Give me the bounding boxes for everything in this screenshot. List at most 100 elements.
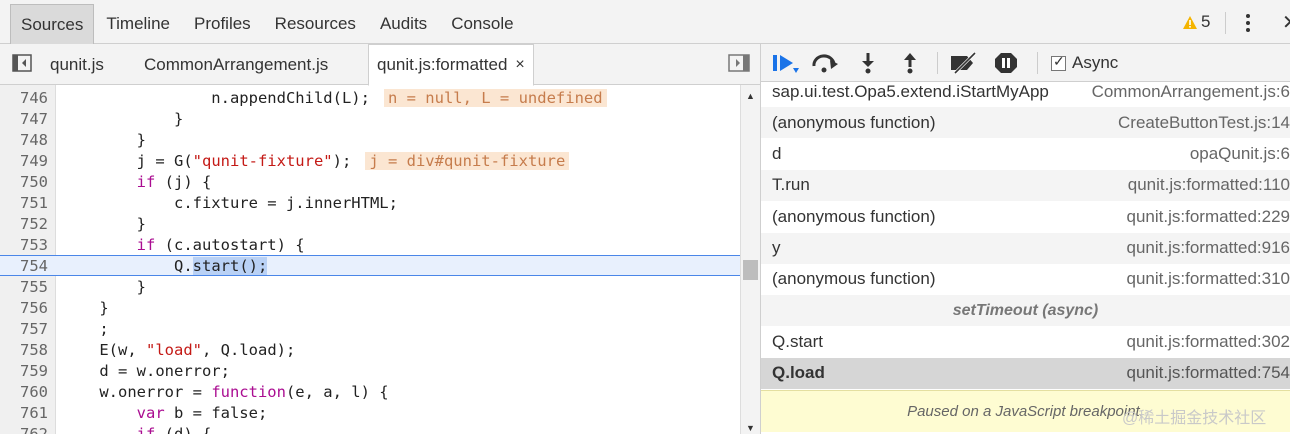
code-line[interactable]: 750 if (j) { <box>0 171 740 192</box>
editor-scrollbar[interactable]: ▲ ▼ <box>740 85 760 434</box>
async-checkbox-box[interactable] <box>1051 53 1066 71</box>
code-text: if (c.autostart) { <box>136 235 305 254</box>
line-number[interactable]: 757 <box>0 320 48 338</box>
call-frame[interactable]: (anonymous function) qunit.js:formatted:2… <box>761 201 1290 232</box>
close-tab-icon[interactable]: × <box>515 56 524 74</box>
call-frame-function: Q.start <box>772 331 824 351</box>
call-frame-location[interactable]: qunit.js:formatted:229 <box>1127 207 1290 227</box>
code-text: } <box>62 277 146 296</box>
line-number[interactable]: 751 <box>0 194 48 212</box>
call-frame-location[interactable]: qunit.js:formatted:302 <box>1127 332 1290 352</box>
call-frame[interactable]: y qunit.js:formatted:916 <box>761 232 1290 264</box>
line-number[interactable]: 754 <box>0 257 48 275</box>
warnings-count: 5 <box>1201 12 1211 31</box>
panel-tab-console[interactable]: Console <box>439 4 525 44</box>
line-number[interactable]: 747 <box>0 110 48 128</box>
call-frame-location[interactable]: qunit.js:formatted:310 <box>1127 269 1290 289</box>
deactivate-breakpoints-icon[interactable] <box>949 52 979 74</box>
code-line[interactable]: 762 if (d) { <box>0 423 740 434</box>
code-line[interactable]: 752 } <box>0 213 740 234</box>
code-text: if (j) { <box>136 172 212 191</box>
step-out-icon[interactable] <box>901 52 919 74</box>
code-line[interactable]: 755 } <box>0 276 740 297</box>
scroll-thumb[interactable] <box>743 260 758 280</box>
pause-on-exceptions-icon[interactable] <box>994 52 1018 74</box>
toggle-navigator-icon[interactable] <box>12 54 32 72</box>
code-text: } <box>62 214 146 233</box>
code-line[interactable]: 747 } <box>0 108 740 129</box>
line-number[interactable]: 760 <box>0 383 48 401</box>
line-number[interactable]: 761 <box>0 404 48 422</box>
panel-tab-sources[interactable]: Sources <box>10 4 95 44</box>
code-text: if (d) { <box>136 424 212 434</box>
panel-tabs: Sources Timeline Profiles Resources Audits Co… <box>0 4 526 44</box>
file-tab-commonarrangement-js[interactable]: CommonArrangement.js <box>144 44 328 85</box>
file-tab-qunit-formatted[interactable]: qunit.js:formatted × <box>368 44 534 86</box>
code-text: } <box>62 298 109 317</box>
code-line[interactable]: 760 w.onerror = function(e, a, l) { <box>0 381 740 402</box>
code-line[interactable]: 749 j = G("qunit-fixture"); j = div#qunit… <box>0 150 740 171</box>
call-frame[interactable]: T.run qunit.js:formatted:110 <box>761 169 1290 201</box>
line-number[interactable]: 759 <box>0 362 48 380</box>
code-line[interactable]: 751 c.fixture = j.innerHTML; <box>0 192 740 213</box>
file-tab-qunit-js[interactable]: qunit.js <box>50 44 104 85</box>
more-options-icon[interactable] <box>1245 13 1251 33</box>
call-frame[interactable]: d opaQunit.js:6 <box>761 139 1290 170</box>
call-frame[interactable]: Q.start qunit.js:formatted:302 <box>761 326 1290 357</box>
call-frame-location[interactable]: qunit.js:formatted:916 <box>1127 238 1290 258</box>
call-frame-location[interactable]: opaQunit.js:6 <box>1190 144 1290 164</box>
async-label: Async <box>1072 53 1119 72</box>
call-frame[interactable]: (anonymous function) CreateButtonTest.js:… <box>761 107 1290 139</box>
step-into-icon[interactable] <box>859 52 877 74</box>
call-frame[interactable]: (anonymous function) qunit.js:formatted:3… <box>761 264 1290 295</box>
line-number[interactable]: 749 <box>0 152 48 170</box>
scroll-up-icon[interactable]: ▲ <box>746 91 755 101</box>
panel-tab-audits[interactable]: Audits <box>368 4 439 44</box>
toggle-debugger-icon[interactable] <box>728 54 750 72</box>
call-frame-location[interactable]: qunit.js:formatted:754 <box>1127 363 1290 383</box>
code-line[interactable]: 761 var b = false; <box>0 402 740 423</box>
code-editor[interactable]: 746 n.appendChild(L); n = null, L = undef… <box>0 85 740 434</box>
close-devtools-icon[interactable]: ✕ <box>1282 10 1290 35</box>
code-line[interactable]: 758 E(w, "load", Q.load); <box>0 339 740 360</box>
line-number[interactable]: 746 <box>0 89 48 107</box>
code-line[interactable]: 757 ; <box>0 318 740 339</box>
code-text: ; <box>62 319 109 338</box>
resume-icon[interactable] <box>771 52 801 74</box>
line-number[interactable]: 762 <box>0 425 48 434</box>
panel-tab-timeline[interactable]: Timeline <box>94 4 182 44</box>
line-number[interactable]: 752 <box>0 215 48 233</box>
call-frame-location[interactable]: qunit.js:formatted:110 <box>1128 175 1290 195</box>
code-text: j = G("qunit-fixture"); j = div#qunit-fix… <box>62 151 570 170</box>
call-frame-location[interactable]: CreateButtonTest.js:14 <box>1118 113 1290 133</box>
code-text: n.appendChild(L); n = null, L = undefined <box>62 88 607 107</box>
toolbar-divider <box>1037 52 1038 74</box>
line-number[interactable]: 755 <box>0 278 48 296</box>
line-number[interactable]: 758 <box>0 341 48 359</box>
panel-tab-profiles[interactable]: Profiles <box>182 4 263 44</box>
scroll-down-icon[interactable]: ▼ <box>746 423 755 433</box>
line-number[interactable]: 750 <box>0 173 48 191</box>
async-checkbox[interactable]: Async <box>1051 53 1118 73</box>
call-frame-location[interactable]: CommonArrangement.js:6 <box>1092 82 1290 102</box>
code-text: var b = false; <box>136 403 268 422</box>
panel-tab-resources[interactable]: Resources <box>263 4 368 44</box>
line-number[interactable]: 753 <box>0 236 48 254</box>
line-number[interactable]: 756 <box>0 299 48 317</box>
file-tab-label: qunit.js:formatted <box>377 55 508 74</box>
code-line[interactable]: 753 if (c.autostart) { <box>0 234 740 255</box>
code-line[interactable]: 759 d = w.onerror; <box>0 360 740 381</box>
warnings-counter[interactable]: 5 <box>1182 12 1210 32</box>
code-line[interactable]: 748 } <box>0 129 740 150</box>
call-frame-function: y <box>772 238 781 257</box>
call-frame[interactable]: Q.load qunit.js:formatted:754 <box>761 357 1290 389</box>
call-frame[interactable]: sap.ui.test.Opa5.extend.iStartMyApp Commo… <box>761 76 1290 107</box>
code-text: c.fixture = j.innerHTML; <box>62 193 398 212</box>
watermark-text: @稀土掘金技术社区 <box>1122 410 1267 427</box>
code-line[interactable]: 746 n.appendChild(L); n = null, L = undef… <box>0 87 740 108</box>
current-execution-line[interactable]: 754 Q.start(); <box>0 255 740 276</box>
step-over-icon[interactable] <box>811 52 839 74</box>
line-number[interactable]: 748 <box>0 131 48 149</box>
call-frame-function: (anonymous function) <box>772 206 936 226</box>
code-line[interactable]: 756 } <box>0 297 740 318</box>
